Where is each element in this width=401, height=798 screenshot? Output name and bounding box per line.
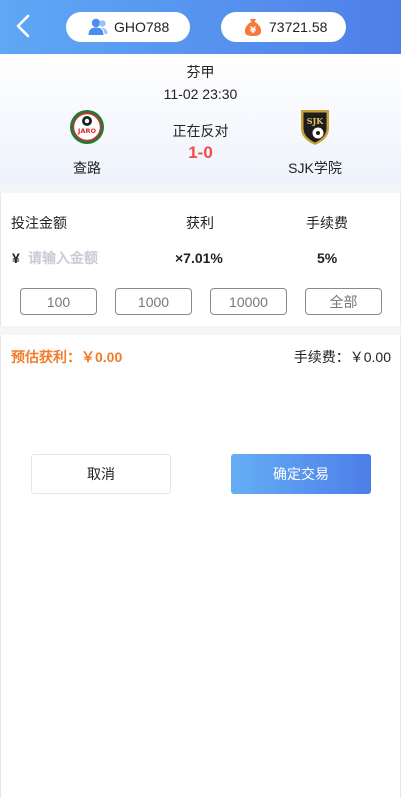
bet-amount-input[interactable]	[28, 246, 158, 270]
quick-amount-all-button[interactable]: 全部	[305, 288, 382, 315]
match-card: 芬甲 11-02 23:30 JARO 查路 正在反对 1-0 SJK SJK学…	[0, 54, 401, 184]
currency-symbol: ¥	[12, 250, 20, 266]
wallet-icon: ¥	[244, 19, 262, 36]
confirm-trade-button[interactable]: 确定交易	[231, 454, 371, 494]
estimated-profit: 预估获利：￥0.00	[11, 349, 123, 365]
match-score: 1-0	[188, 143, 213, 162]
back-arrow-icon	[16, 14, 30, 38]
away-team: SJK SJK学院	[265, 108, 365, 178]
quick-amount-1000-button[interactable]: 1000	[115, 288, 192, 315]
fee-total: 手续费：￥0.00	[293, 349, 391, 365]
fee-rate: 5%	[317, 250, 338, 266]
section-divider	[0, 184, 401, 193]
away-team-name: SJK学院	[288, 160, 342, 176]
away-team-logo: SJK	[301, 110, 329, 145]
home-logo-text: JARO	[77, 127, 96, 135]
match-time: 11-02 23:30	[163, 86, 238, 102]
user-pill[interactable]: GHO788	[66, 12, 190, 42]
match-status: 正在反对	[172, 123, 229, 139]
section-divider	[0, 326, 401, 335]
league-name: 芬甲	[186, 64, 215, 80]
home-team: JARO 查路	[37, 108, 137, 178]
profit-rate: ×7.01%	[175, 250, 223, 266]
back-button[interactable]	[12, 12, 36, 42]
cancel-button[interactable]: 取消	[31, 454, 171, 494]
user-icon	[88, 18, 108, 35]
home-team-logo: JARO	[70, 110, 104, 144]
svg-text:¥: ¥	[250, 26, 257, 36]
username: GHO788	[114, 19, 170, 35]
profit-label: 获利	[186, 215, 214, 231]
quick-amount-100-button[interactable]: 100	[20, 288, 97, 315]
home-team-name: 查路	[73, 160, 101, 176]
fee-label: 手续费	[306, 215, 348, 231]
balance-pill[interactable]: ¥ 73721.58	[221, 12, 346, 42]
balance-amount: 73721.58	[269, 19, 328, 35]
away-logo-text: SJK	[307, 116, 325, 126]
quick-amount-10000-button[interactable]: 10000	[210, 288, 287, 315]
bet-amount-label: 投注金额	[11, 215, 67, 231]
top-bar: GHO788 ¥ 73721.58	[0, 0, 401, 54]
